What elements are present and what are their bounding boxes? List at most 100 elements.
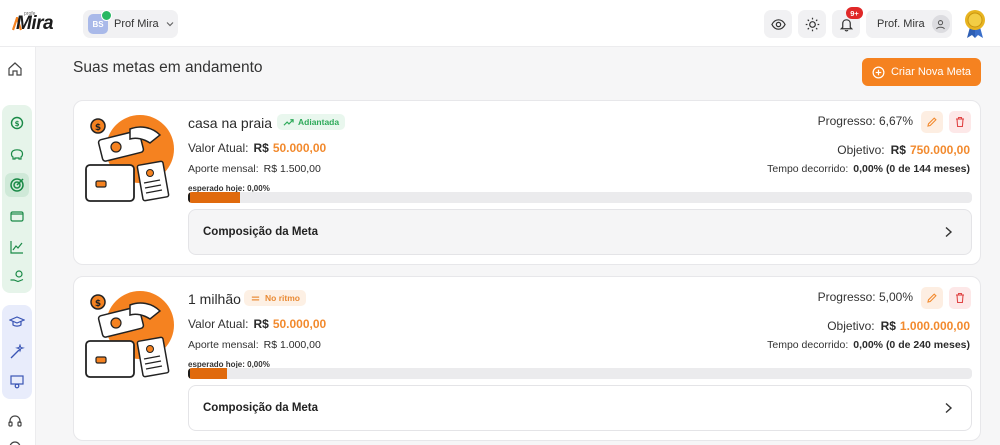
- monthly-contribution-row: Aporte mensal: R$ 1.000,00: [188, 335, 321, 353]
- progress-bar: [188, 192, 972, 203]
- delete-goal-button[interactable]: [949, 287, 971, 309]
- sidebar-item-ai[interactable]: [5, 340, 29, 364]
- progress-text: Progresso: 6,67%: [817, 114, 913, 128]
- pace-icon: [251, 296, 260, 300]
- goal-card: $ casa na praia Adiantada Valor Atual: R$…: [73, 100, 981, 265]
- edit-goal-button[interactable]: [921, 287, 943, 309]
- objective-value: 1.000.000,00: [899, 319, 970, 333]
- profile-initials: BS: [92, 19, 104, 29]
- elapsed-time-value: 0,00% (0 de 240 meses): [853, 339, 970, 351]
- sidebar-item-home[interactable]: [3, 57, 27, 81]
- objective-value: 750.000,00: [909, 143, 970, 157]
- objective-label: Objetivo:: [827, 319, 875, 333]
- sparkle-wand-icon: [10, 344, 25, 359]
- sidebar: $: [0, 47, 36, 445]
- current-value: 50.000,00: [272, 141, 327, 155]
- app-logo[interactable]: profe Mira: [12, 11, 54, 35]
- goal-composition-toggle[interactable]: Composição da Meta: [188, 385, 972, 431]
- eye-icon: [770, 18, 786, 30]
- chevron-down-icon: [166, 22, 174, 27]
- progress-text: Progresso: 5,00%: [817, 290, 913, 304]
- hand-coins-icon: [10, 270, 24, 283]
- profile-selector[interactable]: BS Prof Mira: [83, 10, 178, 38]
- wallet-icon: [10, 211, 24, 222]
- objective-row: Objetivo: R$ 750.000,00: [837, 141, 970, 159]
- goal-name: casa na praia: [188, 115, 273, 131]
- sidebar-item-cashflow[interactable]: $: [5, 111, 29, 135]
- monthly-contribution-value: R$ 1.500,00: [263, 163, 321, 175]
- goal-composition-label: Composição da Meta: [203, 402, 319, 414]
- page-title: Suas metas em andamento: [73, 59, 263, 76]
- piggy-bank-icon: [10, 149, 24, 160]
- home-icon: [8, 62, 22, 76]
- expected-marker: [188, 192, 190, 203]
- create-goal-button[interactable]: Criar Nova Meta: [862, 58, 981, 86]
- chevron-right-icon: [945, 402, 953, 414]
- current-value: 50.000,00: [272, 317, 327, 331]
- monthly-contribution-value: R$ 1.000,00: [263, 339, 321, 351]
- goal-name: 1 milhão: [188, 291, 241, 307]
- user-menu-button[interactable]: Prof. Mira: [866, 10, 952, 38]
- user-icon: [931, 15, 950, 33]
- trash-icon: [956, 292, 964, 304]
- objective-currency: R$: [890, 143, 906, 157]
- svg-text:$: $: [95, 299, 101, 309]
- current-value-label: Valor Atual:: [188, 317, 249, 331]
- profile-name: Prof Mira: [114, 18, 159, 30]
- sidebar-item-support[interactable]: [3, 409, 27, 433]
- svg-text:$: $: [15, 120, 20, 128]
- headset-icon: [8, 415, 22, 427]
- monthly-contribution-label: Aporte mensal:: [188, 163, 259, 175]
- progress-row: Progresso: 6,67%: [818, 112, 913, 130]
- graduation-cap-icon: [9, 316, 25, 327]
- sun-icon: [805, 17, 819, 31]
- notification-count-badge: 9+: [846, 7, 863, 19]
- trash-icon: [956, 116, 964, 128]
- sidebar-item-settings[interactable]: [3, 435, 27, 445]
- elapsed-time-value: 0,00% (0 de 144 meses): [853, 163, 970, 175]
- visibility-toggle-button[interactable]: [764, 10, 792, 38]
- logo-text: Mira: [16, 13, 54, 34]
- elapsed-time-row: Tempo decorrido: 0,00% (0 de 240 meses): [767, 335, 970, 353]
- sidebar-item-savings[interactable]: [5, 142, 29, 166]
- svg-text:$: $: [95, 123, 101, 133]
- progress-fill: [188, 192, 241, 203]
- target-icon: [10, 178, 24, 192]
- goal-illustration-icon: $: [85, 115, 174, 202]
- profile-avatar: BS: [88, 10, 112, 34]
- status-badge-label: No ritmo: [265, 293, 300, 303]
- theme-toggle-button[interactable]: [798, 10, 826, 38]
- edit-goal-button[interactable]: [921, 111, 943, 133]
- goal-composition-toggle[interactable]: Composição da Meta: [188, 209, 972, 255]
- sidebar-group-education: [2, 305, 32, 399]
- expected-marker: [188, 368, 190, 379]
- sidebar-item-investments[interactable]: [5, 235, 29, 259]
- settings-icon: [9, 441, 21, 445]
- sidebar-item-wallet[interactable]: [5, 204, 29, 228]
- pencil-icon: [927, 293, 937, 303]
- sidebar-group-finance: $: [2, 105, 32, 293]
- trend-up-icon: [283, 118, 294, 126]
- current-value-label: Valor Atual:: [188, 141, 249, 155]
- create-goal-label: Criar Nova Meta: [890, 66, 972, 78]
- delete-goal-button[interactable]: [949, 111, 971, 133]
- sidebar-item-courses[interactable]: [5, 310, 29, 334]
- objective-currency: R$: [880, 319, 896, 333]
- status-badge: Adiantada: [277, 114, 346, 130]
- current-value-row: Valor Atual: R$ 50.000,00: [188, 315, 326, 333]
- sidebar-item-goals[interactable]: [5, 173, 29, 197]
- status-badge: No ritmo: [244, 290, 306, 306]
- medal-icon[interactable]: [963, 9, 987, 39]
- elapsed-time-label: Tempo decorrido:: [767, 163, 849, 175]
- sidebar-item-income[interactable]: [5, 265, 29, 289]
- verified-check-icon: [101, 10, 112, 21]
- progress-row: Progresso: 5,00%: [818, 288, 913, 306]
- notifications-button[interactable]: 9+: [832, 7, 863, 38]
- current-value-currency: R$: [253, 317, 269, 331]
- elapsed-time-label: Tempo decorrido:: [767, 339, 849, 351]
- chevron-right-icon: [945, 226, 953, 238]
- sidebar-item-mentor[interactable]: [5, 370, 29, 394]
- top-bar: profe Mira BS Prof Mira 9+ Prof. Mira: [0, 0, 1000, 47]
- chart-line-icon: [10, 241, 23, 254]
- monthly-contribution-row: Aporte mensal: R$ 1.500,00: [188, 159, 321, 177]
